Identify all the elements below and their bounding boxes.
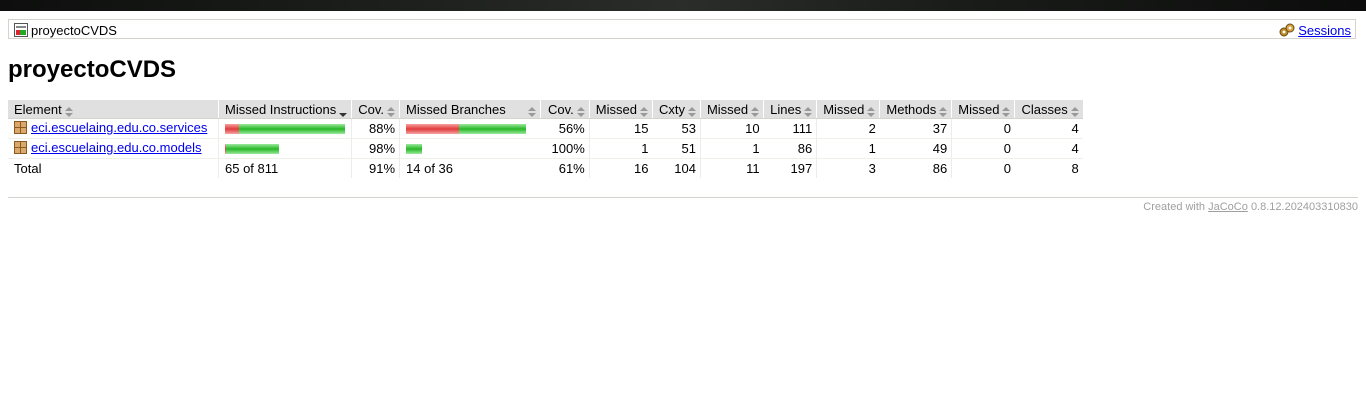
total-missed-instructions: 65 of 811	[217, 158, 352, 178]
sort-icon	[576, 105, 585, 118]
total-methods: 86	[879, 158, 952, 178]
total-instr-cov: 91%	[351, 158, 400, 178]
element-cell: eci.escuelaing.edu.co.models	[8, 138, 219, 159]
sort-icon	[64, 105, 73, 118]
header-cxty[interactable]: Cxty	[651, 100, 701, 119]
header-missed-classes[interactable]: Missed	[951, 100, 1015, 119]
lines-cell: 111	[763, 118, 817, 139]
footer-version: 0.8.12.202403310830	[1250, 201, 1358, 213]
covered-bar	[406, 143, 422, 154]
header-missed-cxty[interactable]: Missed	[588, 100, 653, 119]
total-lines: 197	[763, 158, 817, 178]
lines-cell: 86	[763, 138, 817, 159]
sort-icon	[804, 105, 813, 118]
branches-coverage-bar	[406, 143, 536, 154]
sort-icon	[1002, 105, 1011, 118]
footer-divider	[8, 197, 1358, 198]
branch-cov-cell: 56%	[540, 118, 590, 139]
covered-bar	[458, 123, 527, 134]
footer-prefix: Created with	[1143, 201, 1206, 213]
header-methods[interactable]: Methods	[879, 100, 952, 119]
sort-icon	[639, 105, 648, 118]
total-cxty: 104	[652, 158, 701, 178]
sort-icon	[687, 105, 696, 118]
covered-bar	[239, 123, 345, 134]
classes-cell: 4	[1014, 138, 1083, 159]
methods-cell: 37	[879, 118, 952, 139]
package-link[interactable]: eci.escuelaing.edu.co.services	[31, 120, 207, 135]
sort-icon	[867, 105, 876, 118]
total-missed-classes: 0	[951, 158, 1015, 178]
missed-bar	[406, 123, 459, 134]
missed-cxty-cell: 15	[588, 118, 653, 139]
coverage-table: Element Missed Instructions Cov. Missed …	[8, 100, 1083, 178]
missed-classes-cell: 0	[951, 118, 1015, 139]
header-instr-cov[interactable]: Cov.	[351, 100, 400, 119]
package-icon	[14, 140, 27, 157]
missed-lines-cell: 1	[699, 138, 764, 159]
page-title: proyectoCVDS	[8, 56, 177, 83]
header-element[interactable]: Element	[8, 100, 219, 119]
sessions-icon	[1279, 23, 1295, 37]
sort-icon	[751, 105, 760, 118]
missed-bar	[225, 123, 240, 134]
missed-classes-cell: 0	[951, 138, 1015, 159]
table-row: eci.escuelaing.edu.co.services 88% 56% 1…	[8, 118, 1083, 139]
total-classes: 8	[1014, 158, 1083, 178]
package-link[interactable]: eci.escuelaing.edu.co.models	[31, 140, 202, 155]
element-cell: eci.escuelaing.edu.co.services	[8, 118, 219, 139]
instr-bar-cell	[217, 138, 352, 159]
package-icon	[14, 120, 27, 137]
header-missed-instructions[interactable]: Missed Instructions	[217, 100, 352, 119]
total-branch-cov: 61%	[540, 158, 590, 178]
sort-icon	[527, 105, 536, 118]
header-missed-branches[interactable]: Missed Branches	[399, 100, 541, 119]
cxty-cell: 51	[652, 138, 701, 159]
header-lines[interactable]: Lines	[763, 100, 817, 119]
missed-methods-cell: 1	[816, 138, 880, 159]
instructions-coverage-bar	[225, 123, 347, 134]
total-missed-lines: 11	[699, 158, 764, 178]
breadcrumb: proyectoCVDS Sessions	[8, 19, 1356, 39]
missed-cxty-cell: 1	[588, 138, 653, 159]
cxty-cell: 53	[652, 118, 701, 139]
instr-bar-cell	[217, 118, 352, 139]
covered-bar	[226, 143, 279, 154]
header-branch-cov[interactable]: Cov.	[539, 100, 590, 119]
table-row: eci.escuelaing.edu.co.models 98% 100% 1 …	[8, 138, 1083, 159]
total-missed-cxty: 16	[588, 158, 653, 178]
classes-cell: 4	[1014, 118, 1083, 139]
sort-icon	[939, 105, 948, 118]
header-missed-methods[interactable]: Missed	[816, 100, 880, 119]
branch-bar-cell	[399, 118, 541, 139]
header-classes[interactable]: Classes	[1014, 100, 1083, 119]
total-label: Total	[8, 158, 219, 178]
instructions-coverage-bar	[225, 143, 347, 154]
total-row: Total 65 of 811 91% 14 of 36 61% 16 104 …	[8, 158, 1083, 178]
jacoco-link[interactable]: JaCoCo	[1208, 201, 1248, 213]
breadcrumb-project-label: proyectoCVDS	[31, 22, 117, 38]
branch-cov-cell: 100%	[540, 138, 590, 159]
sort-icon	[387, 105, 396, 118]
instr-cov-cell: 98%	[351, 138, 400, 159]
top-window-strip	[0, 0, 1366, 11]
total-missed-methods: 3	[816, 158, 880, 178]
missed-lines-cell: 10	[699, 118, 764, 139]
breadcrumb-project: proyectoCVDS	[14, 22, 117, 38]
sort-icon	[1070, 105, 1079, 118]
branch-bar-cell	[399, 138, 541, 159]
total-missed-branches: 14 of 36	[399, 158, 541, 178]
report-icon	[14, 23, 28, 37]
footer: Created with JaCoCo 0.8.12.202403310830	[1143, 201, 1358, 213]
header-missed-lines[interactable]: Missed	[699, 100, 764, 119]
instr-cov-cell: 88%	[351, 118, 400, 139]
table-header-row: Element Missed Instructions Cov. Missed …	[8, 100, 1083, 119]
methods-cell: 49	[879, 138, 952, 159]
sort-down-icon	[339, 105, 348, 118]
missed-methods-cell: 2	[816, 118, 880, 139]
branches-coverage-bar	[406, 123, 536, 134]
sessions-link[interactable]: Sessions	[1298, 23, 1351, 38]
